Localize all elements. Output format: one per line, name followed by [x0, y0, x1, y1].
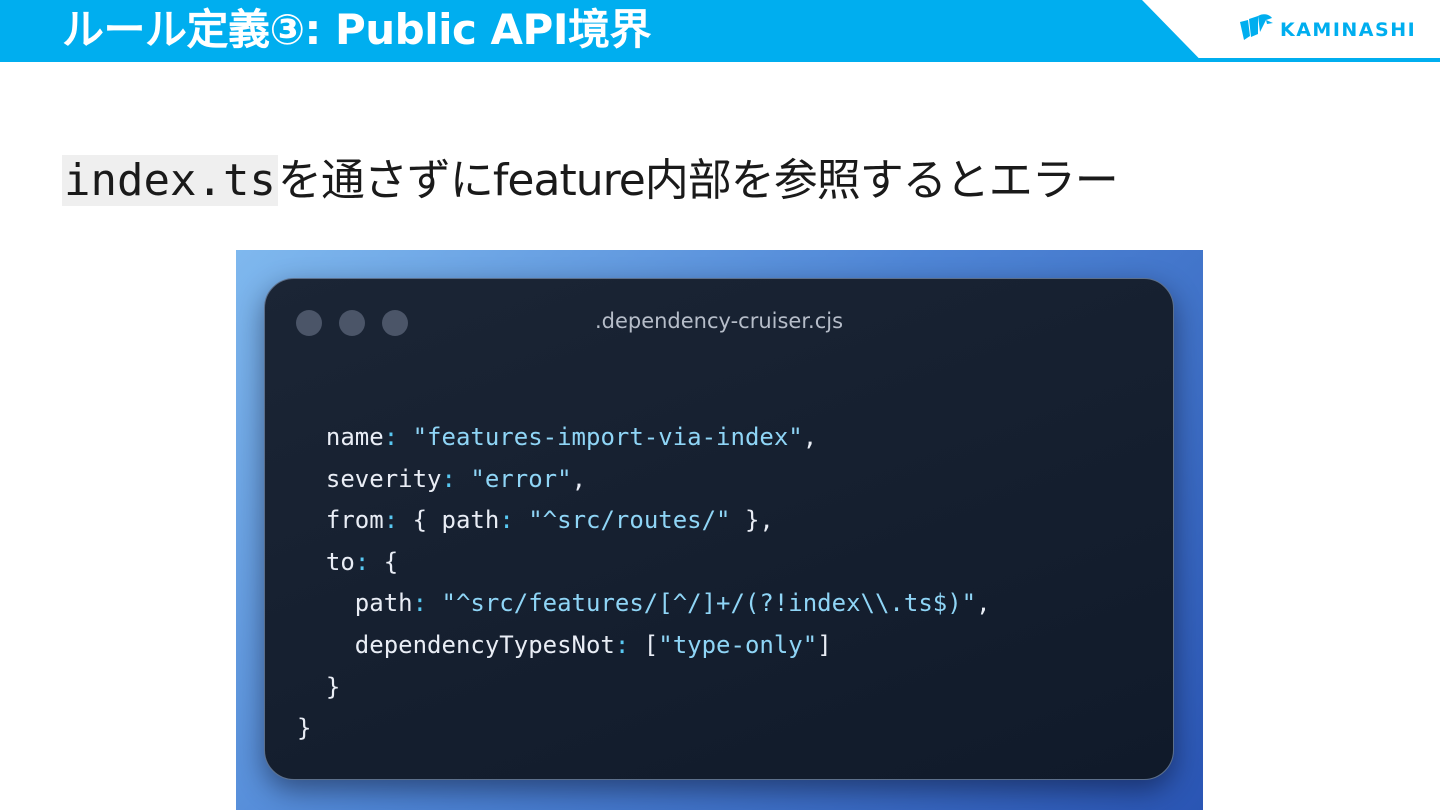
- code-punct: [427, 589, 441, 617]
- code-colon: :: [412, 589, 428, 618]
- code-string: "features-import-via-index": [412, 423, 803, 451]
- code-key: }: [325, 672, 341, 701]
- slide-title: ルール定義③: Public API境界: [62, 5, 651, 54]
- code-punct: ]: [817, 630, 832, 659]
- code-line: to: {: [297, 542, 991, 584]
- code-string: "type-only": [658, 630, 818, 659]
- code-punct: },: [730, 506, 774, 535]
- code-colon: :: [499, 506, 514, 535]
- code-key: name: [325, 423, 384, 451]
- code-punct: {: [398, 506, 442, 535]
- slide: ルール定義③: Public API境界 KAMINASHI index.tsを…: [0, 0, 1440, 810]
- inline-code-filename: index.ts: [62, 155, 278, 206]
- code-punct: [398, 423, 412, 451]
- code-key: path: [354, 589, 413, 618]
- code-screenshot-frame: .dependency-cruiser.cjs name: "features-…: [236, 250, 1203, 810]
- code-line: name: "features-import-via-index",: [297, 417, 991, 459]
- code-punct: [514, 506, 528, 534]
- code-line: dependencyTypesNot: ["type-only"]: [297, 625, 991, 667]
- code-key: severity: [325, 464, 442, 493]
- code-line: from: { path: "^src/routes/" },: [297, 500, 991, 542]
- code-colon: :: [383, 506, 399, 535]
- code-string: "^src/features/[^/]+/(?!index\\.ts$)": [441, 589, 977, 618]
- code-punct: ,: [802, 423, 818, 451]
- code-line: }: [297, 708, 991, 750]
- code-colon: :: [354, 547, 370, 576]
- code-block: name: "features-import-via-index", sever…: [297, 417, 991, 750]
- code-key: from: [325, 506, 384, 535]
- code-line: path: "^src/features/[^/]+/(?!index\\.ts…: [297, 583, 991, 625]
- brand-logo: KAMINASHI: [1236, 12, 1416, 48]
- code-punct: {: [369, 547, 399, 576]
- code-key: }: [297, 714, 312, 743]
- code-punct: ,: [571, 464, 587, 493]
- code-colon: :: [614, 630, 630, 659]
- code-window: .dependency-cruiser.cjs name: "features-…: [264, 278, 1174, 780]
- code-line: severity: "error",: [297, 459, 991, 501]
- subtitle-text: を通さずにfeature内部を参照するとエラー: [277, 155, 1119, 206]
- code-punct: [: [629, 630, 659, 659]
- code-punct: [456, 465, 470, 493]
- code-key: dependencyTypesNot: [354, 630, 615, 659]
- code-key: to: [325, 547, 355, 576]
- code-colon: :: [383, 423, 399, 451]
- code-key: path: [441, 506, 500, 535]
- slide-subtitle: index.tsを通さずにfeature内部を参照するとエラー: [62, 150, 1119, 212]
- code-filename: .dependency-cruiser.cjs: [594, 309, 844, 333]
- code-string: "error": [470, 464, 572, 493]
- code-line: }: [297, 667, 991, 709]
- code-colon: :: [441, 464, 456, 493]
- kaminashi-bird-icon: [1240, 14, 1273, 40]
- logo-text: KAMINASHI: [1280, 19, 1417, 41]
- code-string: "^src/routes/": [528, 506, 731, 535]
- code-punct: ,: [976, 589, 991, 618]
